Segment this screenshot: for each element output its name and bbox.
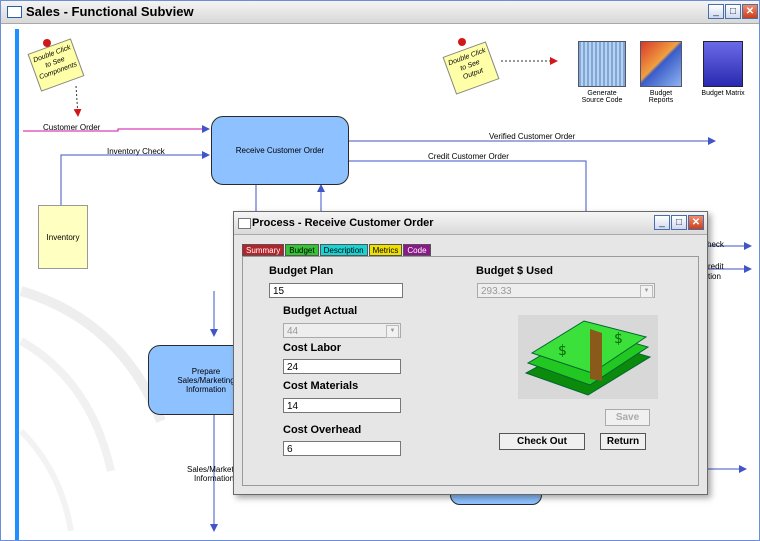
credit-info-label-2: tion [708,272,721,281]
chevron-down-icon: ▼ [386,325,399,338]
check-out-button[interactable]: Check Out [499,433,585,450]
pin-icon [458,38,466,46]
budget-actual-dropdown[interactable]: 44 ▼ [283,323,401,338]
customer-order-label: Customer Order [43,123,101,132]
money-stack-image: $ $ [518,315,658,399]
sales-info-label-1: Sales/Marketi [187,465,236,474]
credit-order-connector [349,160,587,213]
budget-used-label: Budget $ Used [476,265,554,277]
dialog-tabs: Summary Budget Description Metrics Code [242,244,432,256]
cost-labor-field[interactable]: 24 [283,359,401,374]
credit-order-label: Credit Customer Order [428,152,509,161]
cost-materials-label: Cost Materials [283,380,359,392]
svg-text:$: $ [614,331,623,347]
tab-summary[interactable]: Summary [242,244,285,256]
reports-icon [640,41,682,87]
cost-materials-field[interactable]: 14 [283,398,401,413]
cost-overhead-label: Cost Overhead [283,424,362,436]
dialog-close-button[interactable]: ✕ [688,215,704,230]
credit-info-label-1: redit [708,262,724,271]
components-link [73,85,82,117]
code-icon [578,41,626,87]
tab-metrics[interactable]: Metrics [368,244,403,256]
generate-source-code-tool[interactable]: Generate Source Code [577,41,627,104]
verified-order-label: Verified Customer Order [489,132,576,141]
inventory-check-label: Inventory Check [107,147,165,156]
budget-panel: Budget Plan 15 Budget $ Used 293.33 ▼ Bu… [242,256,699,486]
dialog-title: Process - Receive Customer Order [252,217,434,229]
sales-info-label-2: Information [194,474,235,483]
budget-plan-label: Budget Plan [269,265,334,277]
budget-actual-label: Budget Actual [283,305,358,317]
dialog-minimize-button[interactable]: _ [654,215,670,230]
tab-description[interactable]: Description [319,244,368,256]
budget-used-dropdown[interactable]: 293.33 ▼ [477,283,655,298]
dialog-title-bar: Process - Receive Customer Order _ □ ✕ [234,212,707,235]
main-window: Sales - Functional Subview _ □ ✕ Double … [0,0,760,541]
inventory-check-connector [60,151,210,207]
tab-budget[interactable]: Budget [285,244,319,256]
save-button[interactable]: Save [605,409,650,426]
return-button[interactable]: Return [600,433,646,450]
cost-labor-label: Cost Labor [283,342,342,354]
tab-code[interactable]: Code [403,244,431,256]
chevron-down-icon: ▼ [640,285,653,298]
cost-overhead-field[interactable]: 6 [283,441,401,456]
process-dialog: Process - Receive Customer Order _ □ ✕ S… [233,211,708,495]
matrix-icon [703,41,743,87]
check-label: heck [707,240,724,249]
budget-plan-field[interactable]: 15 [269,283,403,298]
inventory-document[interactable]: Inventory [38,205,88,269]
pin-icon [43,39,51,47]
budget-reports-tool[interactable]: Budget Reports [638,41,684,104]
dialog-maximize-button[interactable]: □ [671,215,687,230]
svg-text:$: $ [558,343,567,359]
folder-icon [238,218,251,229]
receive-order-process[interactable]: Receive Customer Order [211,116,349,185]
budget-matrix-tool[interactable]: Budget Matrix [700,41,746,97]
